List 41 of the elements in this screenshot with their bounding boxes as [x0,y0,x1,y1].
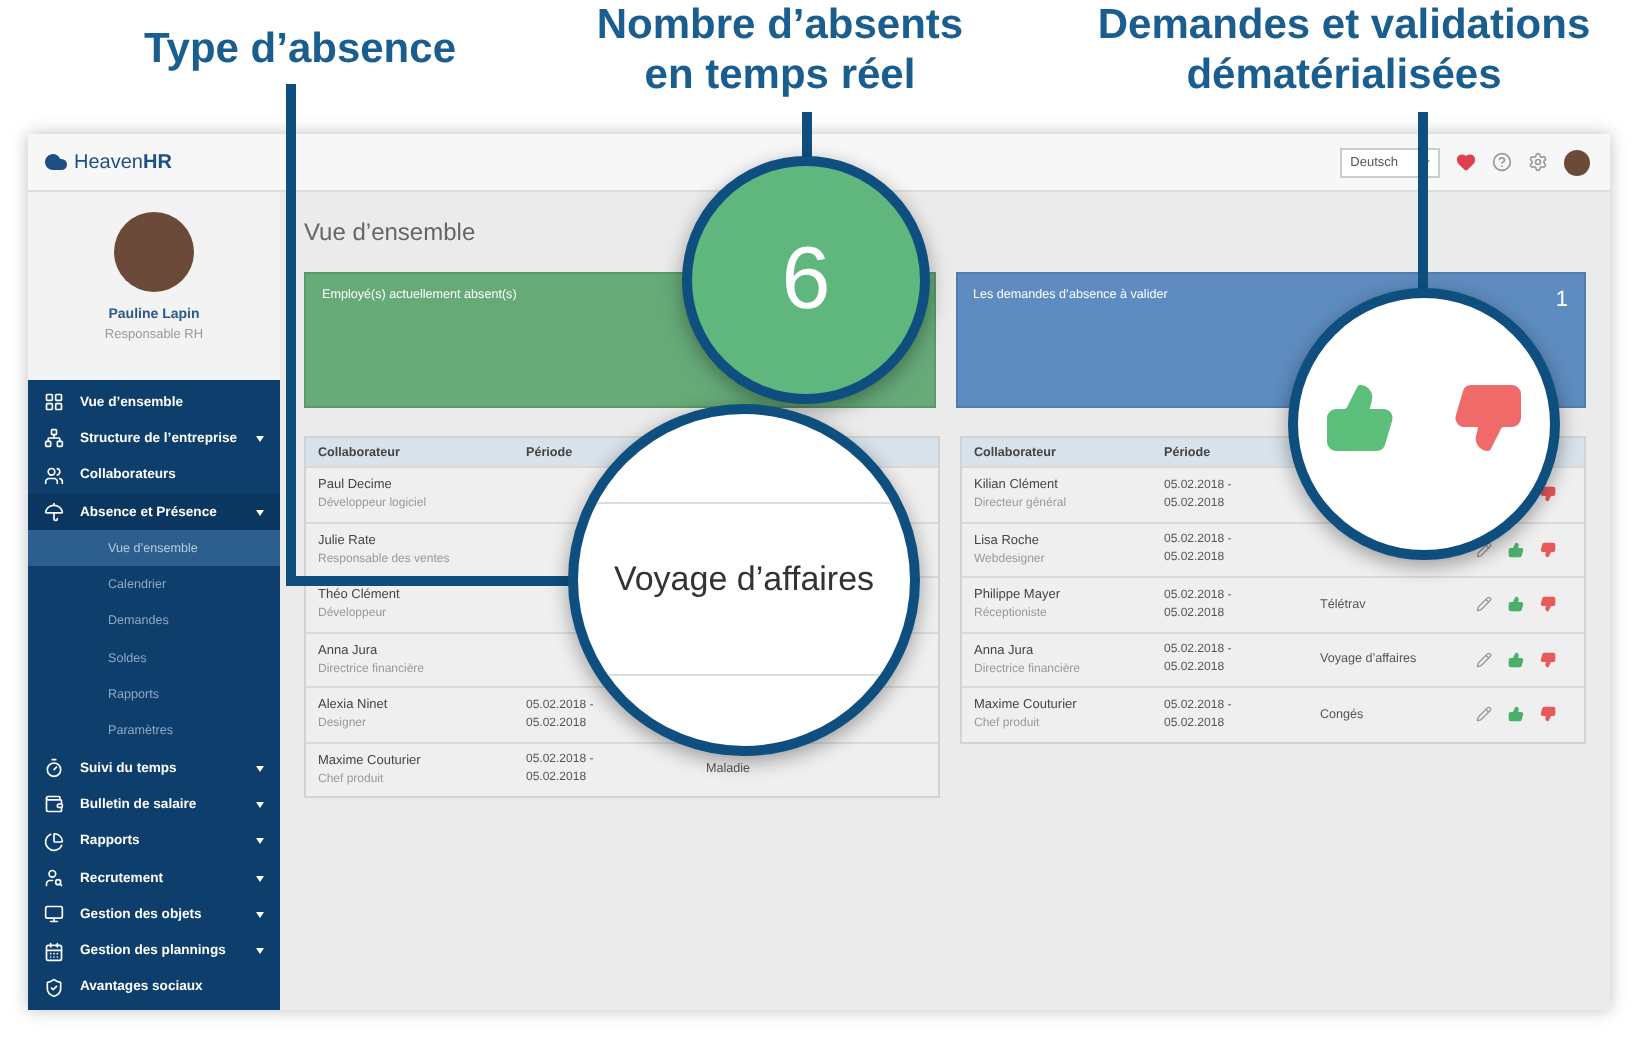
hierarchy-icon [44,428,64,449]
card-count: 1 [1555,288,1568,312]
shield-icon [44,977,64,998]
callout-label: Type d’absence [144,24,456,74]
pie-chart-icon [44,831,64,852]
thumbs-down-icon[interactable] [1540,706,1556,723]
absent-count: 6 [781,230,831,330]
callout-label: Demandes et validations dématérialisées [1097,0,1591,100]
page-title: Vue d’ensemble [304,216,478,248]
settings-icon[interactable] [1528,152,1548,172]
avatar [114,212,194,292]
calendar-icon [44,941,64,962]
caret-icon [256,435,264,442]
logo[interactable]: HeavenHR [44,150,172,174]
caret-icon [256,911,264,918]
thumbs-down-icon[interactable] [1540,541,1556,558]
callout-label: Nombre d’absents en temps réel [596,0,964,100]
grid-icon [44,392,64,413]
umbrella-icon [44,502,64,523]
thumbs-up-icon[interactable] [1508,706,1524,723]
avatar[interactable] [1564,149,1590,175]
monitor-icon [44,904,64,925]
edit-icon[interactable] [1476,541,1492,558]
caret-icon [256,875,264,881]
thumbs-up-icon[interactable] [1508,596,1524,613]
caret-icon [256,838,264,845]
thumbs-down-icon[interactable] [1540,651,1556,668]
thumbs-down-icon[interactable] [1452,382,1524,454]
caret-icon [256,509,264,516]
thumbs-up-icon[interactable] [1508,541,1524,558]
caret-icon [256,765,264,772]
caret-icon [256,801,264,808]
wallet-icon [44,794,64,815]
caret-icon [256,948,264,955]
help-icon[interactable] [1492,152,1512,172]
thumbs-down-icon[interactable] [1540,596,1556,613]
heart-icon[interactable] [1456,152,1476,172]
stopwatch-icon [44,758,64,779]
thumbs-up-icon[interactable] [1508,651,1524,668]
thumbs-up-icon[interactable] [1324,382,1396,454]
absence-type: Voyage d’affaires [613,560,875,600]
